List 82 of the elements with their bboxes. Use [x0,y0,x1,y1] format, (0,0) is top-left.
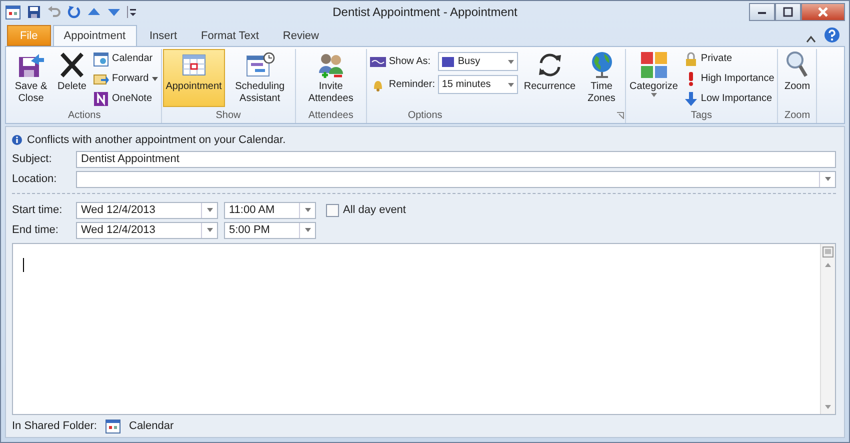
undo-icon[interactable] [47,5,61,19]
dropdown-arrow-icon [508,82,514,86]
private-button[interactable]: Private [682,49,776,68]
info-icon [12,135,22,145]
show-as-icon [370,54,386,68]
ribbon-tab[interactable]: Insert [138,25,188,46]
group-label: Attendees [308,108,354,122]
start-time-label: Start time: [12,204,64,216]
time-zones-button[interactable]: Time Zones [580,49,624,107]
subject-label: Subject: [12,153,53,165]
magnifier-icon [785,51,810,79]
location-label: Location: [12,173,58,185]
delete-icon [58,51,86,79]
end-time-label: End time: [12,224,60,236]
dropdown-arrow-icon [650,93,657,97]
group-label: Tags [690,108,712,122]
onenote-button[interactable]: OneNote [91,89,160,108]
dropdown-arrow-icon [304,208,310,212]
recurrence-button[interactable]: Recurrence [520,49,579,107]
subject-field[interactable]: Dentist Appointment [76,150,836,168]
floppy-disk-icon [17,51,45,79]
minimize-button[interactable] [749,3,775,21]
start-date-field[interactable]: Wed 12/4/2013 [76,202,218,218]
group-label: Options [408,108,442,122]
dropdown-arrow-icon [206,208,212,212]
dialog-launcher-icon[interactable] [616,112,624,119]
folder-name: Calendar [129,420,174,432]
show-as-dropdown[interactable]: Busy [438,52,518,71]
down-arrow-icon [684,92,698,106]
reminder-label: Reminder: [388,79,435,90]
color-squares-icon [640,51,668,79]
show-as-label: Show As: [388,56,432,67]
maximize-button[interactable] [775,3,801,21]
appointment-button[interactable]: Appointment [162,49,225,107]
calendar-icon [105,418,121,434]
group-label: Zoom [784,108,810,122]
redo-icon[interactable] [67,5,81,19]
start-time-field[interactable]: 11:00 AM [224,202,316,218]
save-close-button[interactable]: Save & Close [9,49,53,107]
calendar-icon [93,50,109,66]
busy-swatch-icon [442,56,454,66]
dropdown-arrow-icon [824,177,830,181]
reminder-dropdown[interactable]: 15 minutes [438,75,518,94]
ribbon-tab[interactable]: Appointment [52,25,136,46]
save-icon[interactable] [27,5,41,19]
end-time-field[interactable]: 5:00 PM [224,222,316,238]
ribbon-tab[interactable]: Format Text [190,25,270,46]
scheduling-assistant-button[interactable]: Scheduling Assistant [226,49,294,107]
end-date-field[interactable]: Wed 12/4/2013 [76,222,218,238]
dropdown-arrow-icon [206,228,212,232]
dropdown-arrow-icon [304,228,310,232]
zoom-button[interactable]: Zoom [779,49,816,107]
help-icon[interactable] [824,27,840,43]
forward-button[interactable]: Forward [91,69,160,88]
lock-icon [684,52,698,66]
minimize-icon [757,9,767,15]
group-label: Show [216,108,241,122]
calendar-button[interactable]: Calendar [91,49,160,68]
customize-icon[interactable] [127,5,137,19]
all-day-label: All day event [343,204,406,216]
calendar-icon[interactable] [5,4,21,20]
shared-folder-label: In Shared Folder: [12,420,97,432]
group-label: Actions [68,108,101,122]
location-field[interactable] [76,170,836,188]
invite-attendees-button[interactable]: Invite Attendees [296,49,365,107]
high-importance-button[interactable]: High Importance [682,69,776,88]
notebook-icon [93,90,109,106]
close-button[interactable] [801,3,845,21]
close-icon [817,7,829,17]
dropdown-arrow-icon [152,76,158,80]
people-icon [316,51,345,79]
dropdown-arrow-icon [508,60,514,64]
low-importance-button[interactable]: Low Importance [682,89,776,108]
ribbon-tab[interactable]: Review [272,25,330,46]
delete-button[interactable]: Delete [54,49,90,107]
collapse-ribbon-icon[interactable] [806,35,816,43]
schedule-clock-icon [244,51,275,79]
info-message: Conflicts with another appointment on your Calendar. [27,134,286,146]
categorize-button[interactable]: Categorize [626,49,681,107]
maximize-icon [783,7,793,17]
all-day-checkbox[interactable] [326,204,339,216]
window-title: Dentist Appointment - Appointment [332,5,518,19]
